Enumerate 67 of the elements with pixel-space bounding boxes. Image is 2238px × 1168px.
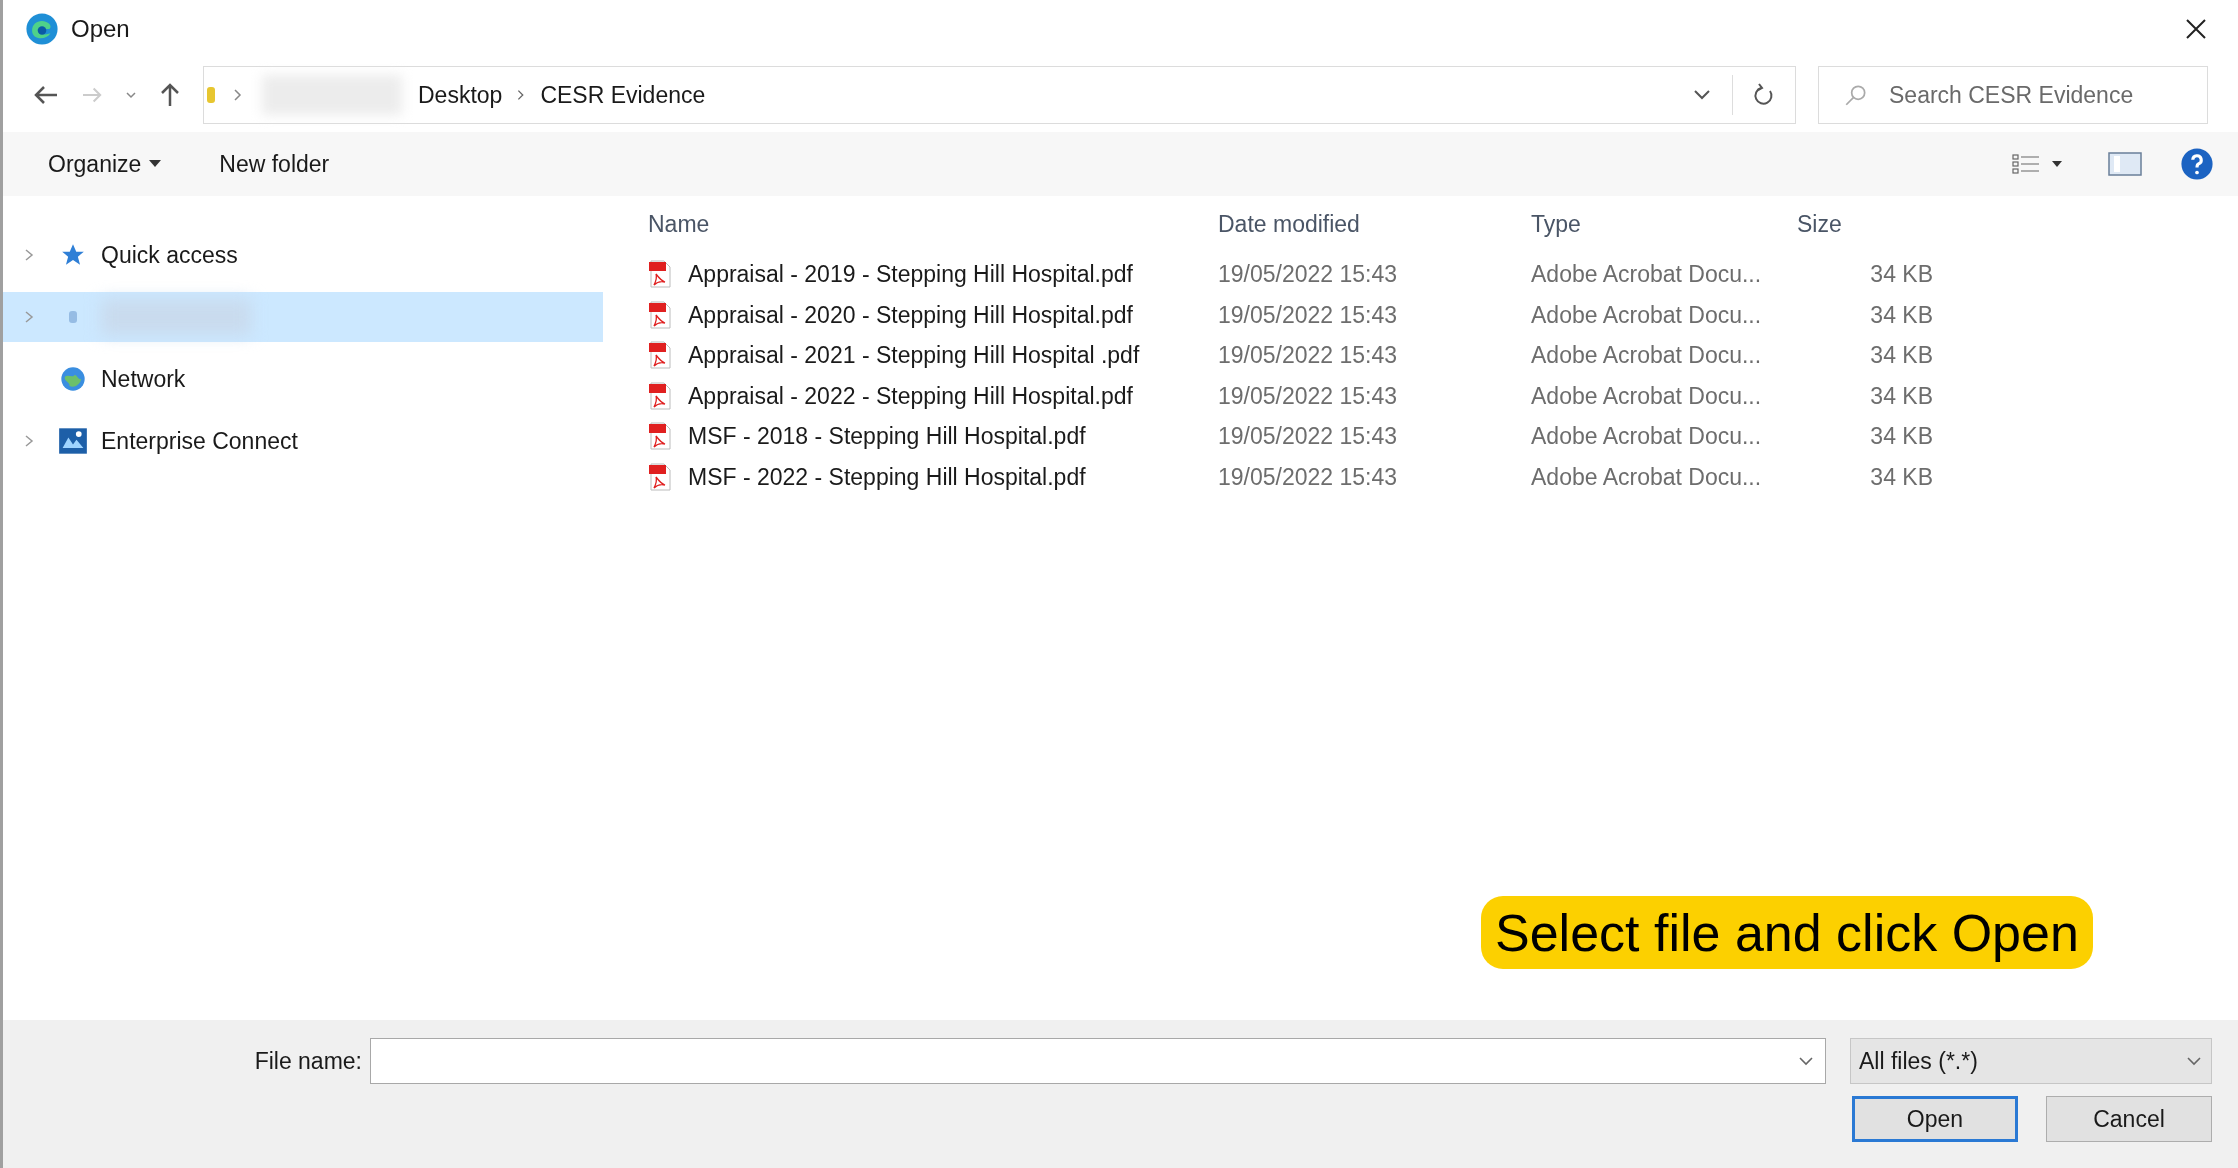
- close-icon: [2184, 17, 2208, 41]
- pdf-file-icon: [648, 422, 672, 451]
- sidebar-item[interactable]: Enterprise Connect: [3, 416, 603, 466]
- pdf-file-icon: [648, 260, 672, 289]
- new-folder-button[interactable]: New folder: [219, 146, 330, 182]
- date-cell-text: 19/05/2022 15:43: [1218, 462, 1399, 492]
- pdf-file-icon: [648, 300, 672, 329]
- file-name-cell[interactable]: Appraisal - 2019 - Stepping Hill Hospital.pdf: [688, 257, 1133, 292]
- refresh-icon[interactable]: [1753, 83, 1775, 107]
- sidebar-item[interactable]: Network: [3, 354, 603, 404]
- file-name-cell[interactable]: MSF - 2018 - Stepping Hill Hospital.pdf: [688, 419, 1086, 454]
- up-arrow-icon[interactable]: [159, 82, 181, 108]
- type-cell-text: Adobe Acrobat Docu...: [1531, 462, 1763, 492]
- date-cell-text: 19/05/2022 15:43: [1218, 381, 1399, 411]
- view-options-icon[interactable]: [2012, 153, 2064, 175]
- date-cell-text: 19/05/2022 15:43: [1218, 300, 1399, 330]
- connection-icon: [58, 427, 88, 455]
- cancel-button[interactable]: Cancel: [2046, 1096, 2212, 1142]
- date-cell-text: 19/05/2022 15:43: [1218, 341, 1399, 370]
- file-name-label: File name:: [253, 1046, 363, 1076]
- type-cell-text: Adobe Acrobat Docu...: [1531, 260, 1763, 289]
- back-arrow-icon[interactable]: [33, 84, 59, 106]
- date-cell-text: 19/05/2022 15:43: [1218, 260, 1399, 289]
- dropdown-caret-icon[interactable]: [125, 90, 137, 100]
- pdf-file-icon: [648, 381, 672, 410]
- search-field[interactable]: Search CESR Evidence: [1818, 66, 2208, 124]
- file-name-field[interactable]: [370, 1038, 1826, 1084]
- preview-pane-icon[interactable]: [2108, 151, 2142, 177]
- window-title: Open: [71, 14, 130, 44]
- file-name-cell[interactable]: Appraisal - 2022 - Stepping Hill Hospital.pdf: [688, 378, 1133, 413]
- file-name-cell[interactable]: Appraisal - 2021 - Stepping Hill Hospital .pdf: [688, 338, 1140, 373]
- size-cell-text: 34 KB: [1869, 381, 1933, 411]
- pdf-file-icon: [648, 341, 672, 370]
- dropdown-chevron-icon: [1797, 1055, 1815, 1067]
- instruction-callout: Select file and click Open: [1481, 896, 2093, 969]
- expand-chevron-icon[interactable]: [23, 434, 35, 448]
- column-header[interactable]: Date modified: [1218, 206, 1531, 242]
- globe-icon: [59, 365, 87, 393]
- size-cell-text: 34 KB: [1869, 462, 1933, 492]
- browser-logo-icon: [25, 12, 59, 46]
- type-cell-text: Adobe Acrobat Docu...: [1531, 341, 1763, 370]
- type-cell-text: Adobe Acrobat Docu...: [1531, 381, 1763, 411]
- pdf-file-icon: [648, 462, 672, 491]
- column-header[interactable]: Type: [1531, 206, 1793, 242]
- size-cell-text: 34 KB: [1869, 300, 1933, 330]
- size-cell-text: 34 KB: [1869, 341, 1933, 370]
- organize-button[interactable]: Organize: [48, 146, 162, 182]
- expand-chevron-icon[interactable]: [23, 248, 35, 262]
- size-cell-text: 34 KB: [1869, 260, 1933, 289]
- file-type-dropdown[interactable]: All files (*.*): [1850, 1038, 2212, 1084]
- breadcrumb-item[interactable]: CESR Evidence: [540, 77, 706, 113]
- column-header[interactable]: Size: [1793, 206, 1953, 242]
- date-cell-text: 19/05/2022 15:43: [1218, 422, 1399, 451]
- file-name-cell[interactable]: Appraisal - 2020 - Stepping Hill Hospital.pdf: [688, 297, 1133, 332]
- caret-icon: [149, 160, 162, 168]
- dropdown-chevron-icon[interactable]: [1692, 88, 1712, 102]
- sidebar-item[interactable]: Quick access: [3, 230, 603, 280]
- help-icon[interactable]: [2180, 147, 2214, 181]
- breadcrumb-item[interactable]: Desktop: [418, 77, 503, 113]
- type-cell-text: Adobe Acrobat Docu...: [1531, 422, 1763, 451]
- open-button[interactable]: Open: [1852, 1096, 2018, 1142]
- type-cell-text: Adobe Acrobat Docu...: [1531, 300, 1763, 330]
- dropdown-chevron-icon: [2185, 1055, 2203, 1067]
- column-header[interactable]: Name: [648, 206, 1218, 242]
- expand-chevron-icon[interactable]: [23, 310, 35, 324]
- file-name-cell[interactable]: MSF - 2022 - Stepping Hill Hospital.pdf: [688, 459, 1086, 494]
- size-cell-text: 34 KB: [1869, 422, 1933, 451]
